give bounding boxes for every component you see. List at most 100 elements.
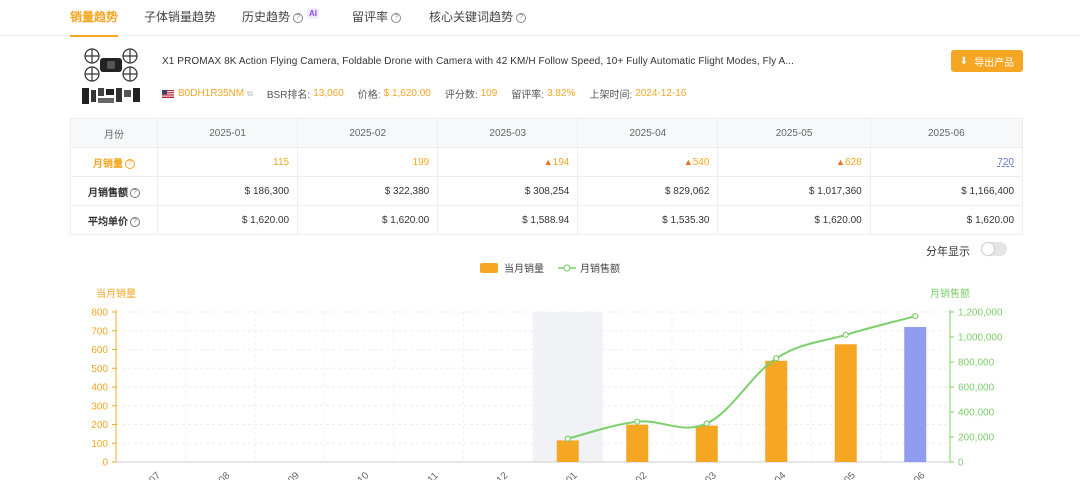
yearly-view-toggle[interactable]	[981, 242, 1007, 256]
table-row: 月销售额? $ 186,300 $ 322,380 $ 308,254 $ 82…	[70, 176, 1024, 206]
table-cell: $ 308,254	[437, 176, 579, 206]
x-tick-label: 25-06	[902, 470, 928, 480]
table-cell: $ 1,017,360	[717, 176, 871, 206]
month-header: 2025-01	[156, 118, 299, 148]
revenue-point	[703, 420, 710, 427]
help-icon[interactable]: ?	[293, 12, 304, 23]
export-product-button[interactable]: ⬇ 导出产品	[951, 50, 1023, 72]
rating-value: 109	[480, 88, 498, 99]
revenue-point	[564, 435, 571, 442]
month-header: 2025-02	[297, 118, 439, 148]
x-tick-label: 24-07	[137, 470, 163, 480]
table-cell: $ 829,062	[577, 176, 719, 206]
x-tick-label: 25-01	[554, 470, 580, 480]
left-tick-label: 600	[91, 345, 108, 356]
month-header: 2025-04	[577, 118, 719, 148]
tab-label: 销量趋势	[70, 10, 119, 24]
table-cell: ▲628	[717, 147, 871, 177]
product-title[interactable]: X1 PROMAX 8K Action Flying Camera, Folda…	[162, 56, 794, 67]
cell-value: 540	[692, 156, 710, 168]
tab-label: 历史趋势	[242, 10, 291, 24]
x-tick-label: 25-02	[624, 470, 650, 480]
right-tick-label: 400,000	[958, 408, 995, 419]
help-icon[interactable]: ?	[130, 216, 140, 227]
month-header: 2025-06	[869, 118, 1024, 148]
table-cell: $ 186,300	[156, 176, 299, 206]
legend-label-sales[interactable]: 当月销量	[504, 260, 544, 275]
row-header-average-price: 平均单价?	[70, 205, 158, 235]
cell-value-link[interactable]: 720	[997, 157, 1014, 168]
sales-bar	[904, 327, 927, 462]
tab-label: 子体销量趋势	[144, 10, 217, 24]
table-row: 平均单价? $ 1,620.00 $ 1,620.00 $ 1,588.94 $…	[70, 205, 1024, 235]
tab-history-trend[interactable]: 历史趋势? AI	[242, 8, 320, 36]
month-header: 2025-05	[717, 118, 871, 148]
table-cell: ▲540	[577, 147, 719, 177]
x-tick-label: 25-03	[693, 470, 719, 480]
asin-link[interactable]: B0DH1R35NM	[178, 88, 244, 99]
revenue-point	[912, 313, 919, 320]
help-icon[interactable]: ?	[391, 12, 402, 23]
external-link-icon[interactable]: ⧉	[247, 89, 253, 99]
table-cell: 199	[297, 147, 439, 177]
rating-label: 评分数:	[444, 90, 478, 101]
product-meta: B0DH1R35NM ⧉ BSR排名: 13,060 价格: $ 1,620.00 …	[162, 86, 700, 101]
row-label: 平均单价	[88, 216, 128, 228]
x-tick-label: 24-10	[346, 470, 372, 480]
legend-label-revenue[interactable]: 月销售额	[580, 260, 620, 275]
cell-value: 194	[552, 156, 570, 168]
sales-bar	[695, 425, 718, 462]
tab-core-keyword-trend[interactable]: 核心关键词趋势?	[429, 8, 527, 36]
cell-value: 199	[412, 156, 430, 168]
rating-item: 评分数: 109	[445, 86, 497, 101]
x-tick-label: 24-12	[485, 470, 511, 480]
cell-value: 115	[273, 156, 290, 168]
tab-review-rate[interactable]: 留评率?	[352, 8, 402, 36]
right-tick-label: 800,000	[958, 358, 995, 369]
table-cell: ▲194	[437, 147, 579, 177]
table-header-row: 月份 2025-01 2025-02 2025-03 2025-04 2025-…	[70, 118, 1024, 148]
left-tick-label: 300	[91, 401, 108, 412]
x-tick-label: 24-08	[207, 470, 233, 480]
help-icon[interactable]: ?	[130, 187, 140, 198]
row-header-monthly-sales: 月销量?	[70, 147, 158, 177]
tab-label: 核心关键词趋势	[429, 10, 514, 24]
x-tick-label: 25-04	[763, 470, 789, 480]
left-tick-label: 800	[91, 308, 108, 319]
left-tick-label: 100	[91, 439, 108, 450]
table-cell: 115	[156, 147, 299, 177]
warning-icon[interactable]: ▲	[684, 157, 693, 167]
price-label: 价格:	[357, 90, 381, 101]
x-tick-label: 24-09	[276, 470, 302, 480]
warning-icon[interactable]: ▲	[544, 157, 553, 167]
help-icon[interactable]: ?	[125, 158, 135, 169]
price-value: $ 1,620.00	[383, 88, 431, 99]
legend-line-swatch[interactable]	[558, 263, 576, 273]
help-icon[interactable]: ?	[516, 12, 527, 23]
table-cell: $ 1,620.00	[297, 205, 439, 235]
table-cell: $ 1,620.00	[156, 205, 299, 235]
table-cell: 720	[869, 147, 1024, 177]
launch-value: 2024-12-16	[635, 88, 687, 99]
table-cell: $ 1,620.00	[717, 205, 871, 235]
table-cell: $ 1,166,400	[869, 176, 1024, 206]
product-image[interactable]	[80, 46, 142, 106]
warning-icon[interactable]: ▲	[836, 157, 845, 167]
review-rate-item: 留评率: 3.82%	[511, 86, 575, 101]
left-axis-title: 当月销量	[96, 287, 136, 300]
row-header-monthly-revenue: 月销售额?	[70, 176, 158, 206]
monthly-stats-table: 月份 2025-01 2025-02 2025-03 2025-04 2025-…	[70, 118, 1024, 235]
table-cell: $ 1,620.00	[869, 205, 1024, 235]
right-tick-label: 200,000	[958, 433, 995, 444]
row-label: 月销量	[93, 158, 123, 170]
export-label: 导出产品	[974, 57, 1015, 69]
sales-bar	[556, 440, 579, 462]
left-tick-label: 700	[91, 326, 108, 337]
tab-sales-trend[interactable]: 销量趋势	[70, 8, 119, 37]
legend-bar-swatch[interactable]	[480, 262, 498, 273]
right-tick-label: 600,000	[958, 383, 995, 394]
right-tick-label: 0	[958, 458, 964, 469]
left-tick-label: 500	[91, 364, 108, 375]
tab-child-sales-trend[interactable]: 子体销量趋势	[144, 8, 216, 36]
launch-item: 上架时间: 2024-12-16	[589, 86, 686, 101]
